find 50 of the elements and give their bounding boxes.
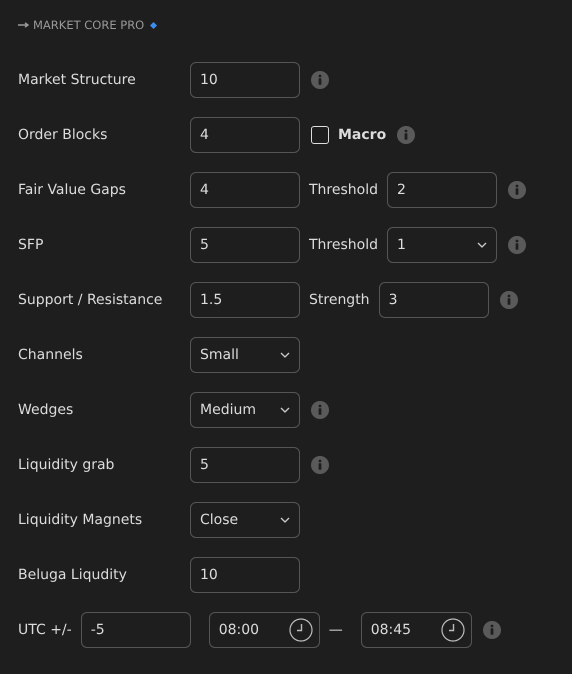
field-label: Market Structure	[18, 72, 137, 88]
field-label: UTC +/-	[18, 622, 72, 638]
field-label: Liquidity grab	[18, 457, 116, 473]
input-field[interactable]: 4	[190, 172, 300, 208]
field-label: Fair Value Gaps	[18, 182, 127, 198]
checkbox[interactable]	[311, 126, 329, 144]
field-label: Wedges	[18, 402, 74, 418]
dropdown[interactable]: 1	[387, 227, 497, 263]
caret-icon	[280, 352, 290, 358]
info-icon[interactable]	[397, 126, 416, 144]
info-icon[interactable]	[311, 401, 329, 419]
field-label: SFP	[18, 237, 44, 253]
caret-icon	[280, 407, 290, 413]
info-icon[interactable]	[311, 456, 329, 474]
range-dash: —	[328, 622, 343, 638]
dropdown[interactable]: Small	[190, 337, 300, 373]
field-label: Support / Resistance	[18, 292, 164, 308]
diamond-icon	[150, 22, 158, 28]
info-icon[interactable]	[311, 71, 329, 89]
field-label: Liquidity Magnets	[18, 512, 144, 528]
input-field[interactable]: 2	[387, 172, 497, 208]
time-field[interactable]: 08:45	[360, 612, 472, 648]
field-label: Channels	[18, 347, 84, 363]
input-field[interactable]: 1.5	[190, 282, 300, 318]
field-label: Order Blocks	[18, 127, 108, 143]
field-label: Threshold	[309, 182, 378, 198]
field-label: Threshold	[309, 237, 378, 253]
info-icon[interactable]	[508, 236, 526, 254]
input-field[interactable]: -5	[80, 612, 191, 648]
caret-icon	[477, 242, 487, 248]
input-field[interactable]: 3	[378, 282, 489, 318]
dropdown[interactable]: Medium	[190, 392, 300, 428]
input-field[interactable]: 4	[190, 117, 300, 153]
time-field[interactable]: 08:00	[208, 612, 320, 648]
dropdown[interactable]: Close	[190, 502, 300, 538]
clock-icon[interactable]	[288, 618, 313, 642]
checkbox-label: Macro	[338, 127, 386, 143]
input-field[interactable]: 5	[190, 447, 300, 483]
input-field[interactable]: 10	[190, 557, 300, 593]
input-field[interactable]: 5	[190, 227, 300, 263]
input-field[interactable]: 10	[190, 62, 300, 98]
field-label: Beluga Liqudity	[18, 567, 128, 583]
caret-icon	[280, 517, 290, 523]
info-icon[interactable]	[482, 621, 501, 639]
info-icon[interactable]	[508, 181, 526, 199]
clock-icon[interactable]	[440, 618, 465, 642]
arrow-icon	[18, 22, 29, 28]
field-label: Strength	[309, 292, 370, 308]
section-title: MARKET CORE PRO	[33, 18, 144, 32]
info-icon[interactable]	[500, 291, 518, 309]
